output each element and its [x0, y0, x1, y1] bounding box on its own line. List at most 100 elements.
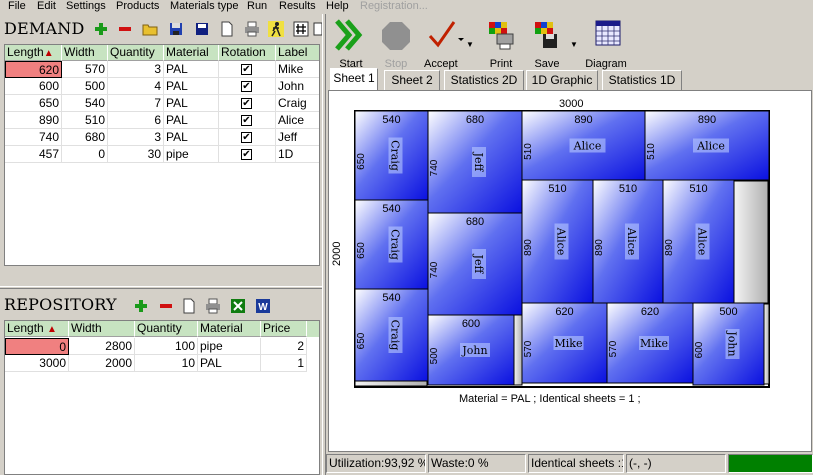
menu-materials-type[interactable]: Materials type: [170, 0, 238, 14]
print-button[interactable]: Print: [478, 18, 524, 70]
label-cell[interactable]: John: [276, 78, 319, 95]
table-row[interactable]: 600 500 4 PAL ✔ John: [5, 78, 319, 95]
label-cell[interactable]: 1D: [276, 146, 319, 163]
rotation-cell[interactable]: ✔: [219, 129, 276, 146]
tab-statistics-1d[interactable]: Statistics 1D: [602, 70, 682, 90]
remove-icon[interactable]: [157, 297, 175, 315]
col-quantity-header[interactable]: Quantity: [108, 45, 164, 61]
table-row[interactable]: 890 510 6 PAL ✔ Alice: [5, 112, 319, 129]
price-cell[interactable]: 1: [261, 355, 307, 372]
width-cell[interactable]: 2800: [69, 338, 135, 355]
accept-button[interactable]: Accept: [418, 18, 470, 70]
rotation-checkbox[interactable]: ✔: [241, 132, 252, 143]
cut-piece[interactable]: 510 890 Alice: [521, 179, 594, 304]
length-cell[interactable]: 650: [5, 95, 62, 112]
menu-settings[interactable]: Settings: [66, 0, 106, 14]
table-row[interactable]: 0 2800 100 pipe 2: [5, 338, 319, 355]
open-folder-icon[interactable]: [141, 20, 159, 38]
table-row[interactable]: 3000 2000 10 PAL 1: [5, 355, 319, 372]
table-row[interactable]: 740 680 3 PAL ✔ Jeff: [5, 129, 319, 146]
quantity-cell[interactable]: 3: [108, 61, 164, 78]
material-cell[interactable]: PAL: [164, 78, 219, 95]
label-cell[interactable]: Craig: [276, 95, 319, 112]
menu-help[interactable]: Help: [326, 0, 349, 14]
length-cell[interactable]: 457: [5, 146, 62, 163]
col-width-header[interactable]: Width: [62, 45, 108, 61]
rotation-cell[interactable]: ✔: [219, 61, 276, 78]
menu-products[interactable]: Products: [116, 0, 159, 14]
table-row[interactable]: 457 0 30 pipe ✔ 1D: [5, 146, 319, 163]
rotation-checkbox[interactable]: ✔: [241, 98, 252, 109]
save-dropdown-icon[interactable]: ▼: [570, 40, 578, 49]
cut-piece[interactable]: 600 500 John: [427, 314, 515, 386]
new-document-icon[interactable]: [180, 297, 198, 315]
cut-piece[interactable]: 510 890 Alice: [662, 179, 735, 304]
width-cell[interactable]: 570: [62, 61, 108, 78]
quantity-cell[interactable]: 10: [135, 355, 198, 372]
stop-button[interactable]: Stop: [373, 18, 419, 70]
cut-piece[interactable]: 540 650 Craig: [354, 110, 429, 201]
word-icon[interactable]: W: [254, 297, 272, 315]
printer-icon[interactable]: [204, 297, 222, 315]
length-cell[interactable]: 740: [5, 129, 62, 146]
rotation-cell[interactable]: ✔: [219, 95, 276, 112]
material-cell[interactable]: PAL: [164, 95, 219, 112]
col-length-header[interactable]: Length▲: [5, 45, 62, 61]
rotation-checkbox[interactable]: ✔: [241, 81, 252, 92]
length-cell[interactable]: 600: [5, 78, 62, 95]
label-cell[interactable]: Mike: [276, 61, 319, 78]
material-cell[interactable]: PAL: [164, 112, 219, 129]
rotation-cell[interactable]: ✔: [219, 112, 276, 129]
quantity-cell[interactable]: 4: [108, 78, 164, 95]
cut-piece[interactable]: 680 740 Jeff: [427, 110, 523, 214]
new-document-icon[interactable]: [218, 20, 236, 38]
width-cell[interactable]: 0: [62, 146, 108, 163]
col-label-header[interactable]: Label: [276, 45, 319, 61]
length-cell[interactable]: 890: [5, 112, 62, 129]
quantity-cell[interactable]: 7: [108, 95, 164, 112]
quantity-cell[interactable]: 3: [108, 129, 164, 146]
col-price-header[interactable]: Price: [261, 321, 307, 337]
grid-hash-icon[interactable]: [292, 20, 310, 38]
width-cell[interactable]: 540: [62, 95, 108, 112]
cut-piece[interactable]: 620 570 Mike: [521, 302, 608, 384]
material-cell[interactable]: pipe: [198, 338, 261, 355]
width-cell[interactable]: 500: [62, 78, 108, 95]
remove-icon[interactable]: [116, 20, 134, 38]
horizontal-splitter[interactable]: [0, 286, 322, 289]
add-icon[interactable]: [132, 297, 150, 315]
cut-piece[interactable]: 540 650 Craig: [354, 288, 429, 382]
rotation-cell[interactable]: ✔: [219, 146, 276, 163]
quantity-cell[interactable]: 6: [108, 112, 164, 129]
material-cell[interactable]: pipe: [164, 146, 219, 163]
col-rotation-header[interactable]: Rotation: [219, 45, 276, 61]
document-edge-icon[interactable]: [312, 20, 322, 38]
quantity-cell[interactable]: 100: [135, 338, 198, 355]
run-man-icon[interactable]: [267, 20, 285, 38]
add-icon[interactable]: [92, 20, 110, 38]
table-row[interactable]: 620 570 3 PAL ✔ Mike: [5, 61, 319, 78]
tab-statistics-2d[interactable]: Statistics 2D: [444, 70, 524, 90]
menu-results[interactable]: Results: [279, 0, 316, 14]
material-cell[interactable]: PAL: [164, 61, 219, 78]
label-cell[interactable]: Alice: [276, 112, 319, 129]
length-cell[interactable]: 0: [5, 338, 69, 355]
cut-piece[interactable]: 510 890 Alice: [592, 179, 664, 304]
col-width-header[interactable]: Width: [69, 321, 135, 337]
menu-file[interactable]: File: [8, 0, 26, 14]
diagram-button[interactable]: Diagram: [581, 18, 631, 70]
sheet-canvas[interactable]: 3000 2000 540 650 Craig 680 740 Jeff 890 510 Ali…: [328, 90, 812, 452]
cut-piece[interactable]: 890 510 Alice: [521, 110, 646, 181]
save-button[interactable]: Save: [524, 18, 570, 70]
width-cell[interactable]: 680: [62, 129, 108, 146]
cut-piece[interactable]: 680 740 Jeff: [427, 212, 523, 316]
col-length-header[interactable]: Length ▲: [5, 321, 69, 337]
cut-piece[interactable]: 540 650 Craig: [354, 199, 429, 290]
save-as-icon[interactable]: [193, 20, 211, 38]
rotation-checkbox[interactable]: ✔: [241, 115, 252, 126]
col-material-header[interactable]: Material: [198, 321, 261, 337]
cut-piece[interactable]: 500 600 John: [692, 302, 765, 386]
menu-run[interactable]: Run: [247, 0, 267, 14]
tab-sheet-2[interactable]: Sheet 2: [384, 70, 440, 90]
col-material-header[interactable]: Material: [164, 45, 219, 61]
